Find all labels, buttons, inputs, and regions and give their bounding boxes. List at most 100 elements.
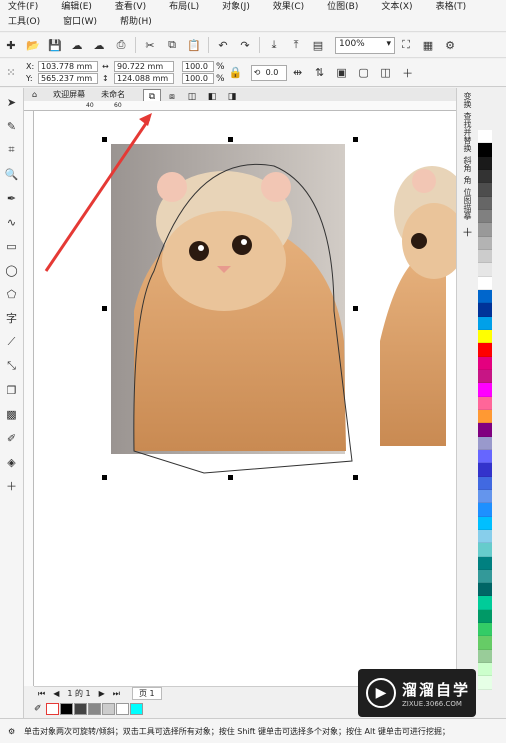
menu-view[interactable]: 查看(V): [115, 0, 146, 15]
lock-ratio-icon[interactable]: 🔒: [227, 64, 245, 82]
text-tool-icon[interactable]: 字: [2, 308, 22, 328]
ellipse-tool-icon[interactable]: ◯: [2, 260, 22, 280]
group-icon[interactable]: ▣: [333, 64, 351, 82]
menu-bitmap[interactable]: 位图(B): [327, 0, 358, 15]
palette-swatch[interactable]: [478, 503, 492, 517]
palette-swatch[interactable]: [478, 169, 492, 184]
selection-handle[interactable]: [102, 137, 107, 142]
zoom-select[interactable]: 100% ▾: [335, 36, 395, 54]
selection-handle[interactable]: [353, 306, 358, 311]
document-swatch[interactable]: [129, 703, 143, 715]
undo-icon[interactable]: ↶: [214, 36, 232, 54]
redo-icon[interactable]: ↷: [236, 36, 254, 54]
palette-swatch[interactable]: [478, 356, 492, 370]
dock-tab-transform[interactable]: 变换: [462, 92, 473, 108]
menu-text[interactable]: 文本(X): [381, 0, 412, 15]
home-icon[interactable]: ⌂: [24, 90, 45, 99]
add-docker-icon[interactable]: ＋: [457, 224, 478, 240]
rectangle-tool-icon[interactable]: ▭: [2, 236, 22, 256]
selection-handle[interactable]: [353, 475, 358, 480]
menu-window[interactable]: 窗口(W): [63, 15, 97, 30]
selection-handle[interactable]: [102, 306, 107, 311]
new-document-icon[interactable]: ✚: [2, 36, 20, 54]
menu-table[interactable]: 表格(T): [436, 0, 467, 15]
document-swatch[interactable]: [87, 703, 101, 715]
cloud-upload-icon[interactable]: ☁: [68, 36, 86, 54]
palette-swatch[interactable]: [478, 636, 492, 650]
full-screen-icon[interactable]: ⛶: [397, 36, 415, 54]
scale-width-field[interactable]: 100.0: [182, 61, 214, 72]
palette-swatch[interactable]: [478, 649, 492, 664]
palette-swatch[interactable]: [478, 463, 492, 477]
height-field[interactable]: 124.088 mm: [114, 73, 174, 84]
palette-swatch[interactable]: [478, 209, 492, 224]
selection-handle[interactable]: [228, 475, 233, 480]
palette-swatch[interactable]: [478, 289, 492, 304]
palette-swatch[interactable]: [478, 329, 492, 344]
connector-tool-icon[interactable]: ⤡: [2, 356, 22, 376]
width-field[interactable]: 90.722 mm: [114, 61, 174, 72]
palette-swatch[interactable]: [478, 316, 492, 330]
dock-tab-trace-bitmap[interactable]: 位图描摹: [462, 188, 473, 220]
menu-tools[interactable]: 工具(O): [8, 15, 40, 30]
palette-swatch[interactable]: [478, 369, 492, 384]
save-icon[interactable]: 💾: [46, 36, 64, 54]
palette-swatch[interactable]: [478, 223, 492, 237]
polygon-tool-icon[interactable]: ⬠: [2, 284, 22, 304]
next-page-icon[interactable]: ▶: [99, 689, 105, 698]
drop-shadow-icon[interactable]: ❐: [2, 380, 22, 400]
vertical-ruler[interactable]: [24, 111, 34, 686]
palette-swatch[interactable]: [478, 556, 492, 570]
menu-effects[interactable]: 效果(C): [273, 0, 304, 15]
object-origin-icon[interactable]: ⁙: [2, 64, 20, 82]
print-icon[interactable]: ⎙: [112, 36, 130, 54]
menu-layout[interactable]: 布局(L): [169, 0, 199, 15]
crop-tool-icon[interactable]: ⌗: [2, 140, 22, 160]
menu-help[interactable]: 帮助(H): [120, 15, 152, 30]
shape-tool-icon[interactable]: ✎: [2, 116, 22, 136]
last-page-icon[interactable]: ⏭: [113, 689, 120, 699]
menu-edit[interactable]: 编辑(E): [61, 0, 92, 15]
rulers-icon[interactable]: ▦: [419, 36, 437, 54]
cat-photo-copy[interactable]: [380, 166, 460, 446]
palette-swatch[interactable]: [478, 383, 492, 397]
drawing-canvas[interactable]: [34, 111, 460, 686]
cut-icon[interactable]: ✂: [141, 36, 159, 54]
palette-swatch[interactable]: [478, 396, 492, 410]
palette-swatch[interactable]: [478, 409, 492, 424]
palette-swatch[interactable]: [478, 543, 492, 557]
import-icon[interactable]: ⤓: [265, 36, 283, 54]
mirror-horizontal-icon[interactable]: ⇹: [289, 64, 307, 82]
interactive-fill-icon[interactable]: ◈: [2, 452, 22, 472]
tab-untitled[interactable]: 未命名: [93, 89, 133, 100]
document-swatch[interactable]: [59, 703, 73, 715]
selection-handle[interactable]: [353, 137, 358, 142]
document-swatch[interactable]: [115, 703, 129, 715]
palette-swatch[interactable]: [478, 236, 492, 250]
palette-swatch[interactable]: [478, 609, 492, 624]
tab-welcome[interactable]: 欢迎屏幕: [45, 89, 93, 100]
add-tool-icon[interactable]: ＋: [2, 476, 22, 496]
no-color-swatch[interactable]: [45, 703, 59, 715]
combine-icon[interactable]: ◫: [377, 64, 395, 82]
palette-swatch[interactable]: [478, 423, 492, 437]
palette-swatch[interactable]: [478, 156, 492, 170]
open-folder-icon[interactable]: 📂: [24, 36, 42, 54]
palette-swatch[interactable]: [478, 449, 492, 464]
cat-photo[interactable]: [111, 144, 346, 454]
palette-swatch[interactable]: [478, 476, 492, 490]
pick-tool-icon[interactable]: ➤: [2, 92, 22, 112]
first-page-icon[interactable]: ⏮: [38, 689, 45, 699]
dock-tab-bevel[interactable]: 斜角: [462, 156, 473, 172]
palette-swatch[interactable]: [478, 196, 492, 210]
ungroup-icon[interactable]: ▢: [355, 64, 373, 82]
mirror-vertical-icon[interactable]: ⇅: [311, 64, 329, 82]
palette-swatch[interactable]: [478, 343, 492, 357]
document-swatch[interactable]: [73, 703, 87, 715]
eyedropper-icon[interactable]: ✐: [34, 704, 42, 714]
palette-swatch[interactable]: [478, 263, 492, 277]
palette-swatch[interactable]: [478, 143, 492, 157]
prev-page-icon[interactable]: ◀: [53, 689, 59, 698]
palette-swatch[interactable]: [478, 183, 492, 197]
transparency-icon[interactable]: ▩: [2, 404, 22, 424]
